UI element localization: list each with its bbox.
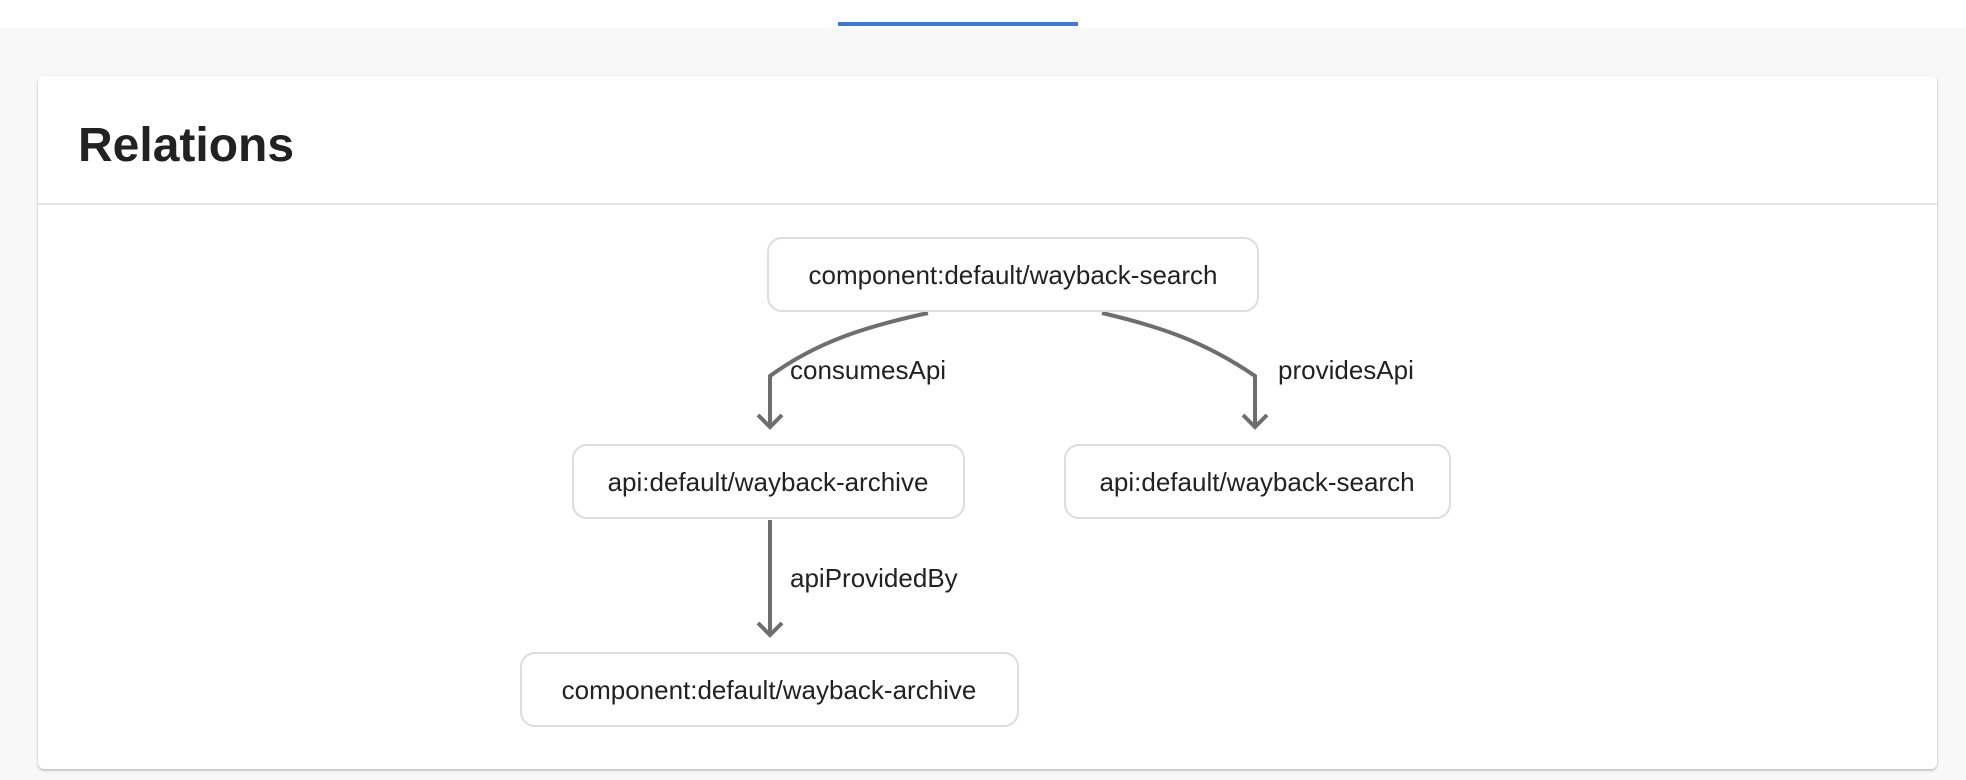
node-component-wayback-archive[interactable]: component:default/wayback-archive [520, 652, 1019, 727]
relations-graph: consumesApi providesApi apiProvidedBy co… [520, 237, 1451, 727]
node-api-wayback-search[interactable]: api:default/wayback-search [1064, 444, 1451, 519]
node-component-wayback-search[interactable]: component:default/wayback-search [767, 237, 1259, 312]
node-label: component:default/wayback-archive [562, 675, 977, 705]
active-tab-indicator [838, 22, 1078, 26]
node-label: component:default/wayback-search [808, 260, 1217, 290]
edge-label-provides-api: providesApi [1278, 355, 1414, 385]
edge-provides-api: providesApi [1101, 311, 1414, 430]
node-label: api:default/wayback-archive [608, 467, 929, 497]
top-tab-bar [0, 0, 1966, 28]
edge-label-api-provided-by: apiProvidedBy [790, 563, 958, 593]
node-api-wayback-archive[interactable]: api:default/wayback-archive [572, 444, 965, 519]
edge-consumes-api: consumesApi [756, 311, 946, 430]
node-label: api:default/wayback-search [1099, 467, 1414, 497]
edge-api-provided-by: apiProvidedBy [756, 520, 958, 638]
edge-label-consumes-api: consumesApi [790, 355, 946, 385]
relations-card: Relations consumesApi providesApi apiPro… [38, 76, 1937, 769]
